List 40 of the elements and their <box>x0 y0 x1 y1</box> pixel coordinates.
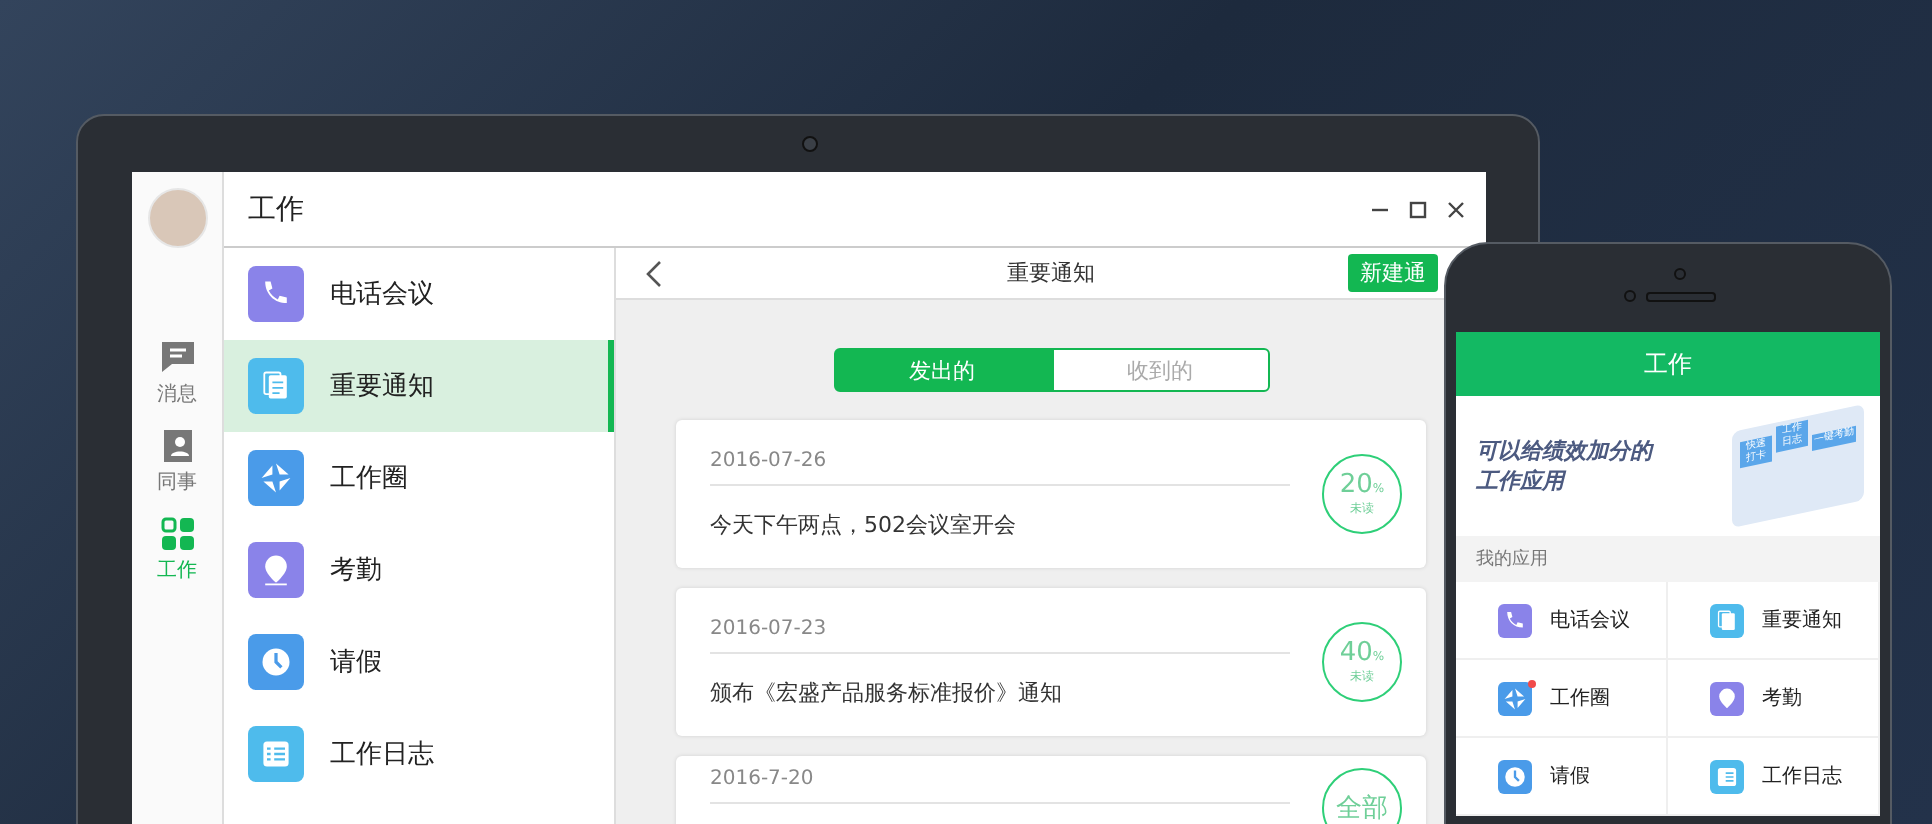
section-label: 我的应用 <box>1456 536 1880 582</box>
app-tile[interactable]: 工作圈 <box>1456 660 1668 738</box>
nav-item[interactable]: 消息 <box>157 340 197 408</box>
notice-date: 2016-07-26 <box>710 449 1290 485</box>
camera-lens <box>802 136 818 152</box>
maximize-icon[interactable] <box>1408 199 1428 219</box>
notice-date: 2016-7-20 <box>710 768 1290 804</box>
chat-icon <box>159 340 195 376</box>
notice-card[interactable]: 2016-7-20 全部 <box>676 756 1426 824</box>
app-list-item[interactable]: 重要通知 <box>224 340 614 432</box>
app-list-item[interactable]: 工作日志 <box>224 708 614 800</box>
app-list-item[interactable]: 工作圈 <box>224 432 614 524</box>
close-icon[interactable] <box>1446 199 1466 219</box>
ring-value: 40 <box>1339 638 1373 668</box>
page-title: 重要通知 <box>1007 258 1095 288</box>
notice-text: 颁布《宏盛产品服务标准报价》通知 <box>710 677 1064 707</box>
phone-title: 工作 <box>1644 347 1692 381</box>
front-camera <box>1624 290 1636 302</box>
banner-headline: 可以给绩效加分的 <box>1476 435 1656 466</box>
phone-speaker <box>1646 292 1716 302</box>
app-list-item[interactable]: 考勤 <box>224 524 614 616</box>
app-tile[interactable]: 工作日志 <box>1668 738 1880 816</box>
notice-text: 今天下午两点，502会议室开会 <box>710 509 1018 539</box>
app-tile[interactable]: 重要通知 <box>1668 582 1880 660</box>
ring-value: 全部 <box>1336 792 1388 824</box>
app-tile[interactable]: 考勤 <box>1668 660 1880 738</box>
banner-headline: 工作应用 <box>1476 466 1569 497</box>
contacts-icon <box>159 428 195 464</box>
grid-icon <box>159 516 195 552</box>
app-list-item[interactable]: 电话会议 <box>224 248 614 340</box>
window-title: 工作 <box>248 191 306 227</box>
avatar <box>147 188 207 248</box>
nav-item[interactable]: 同事 <box>157 428 197 496</box>
app-tile[interactable]: 请假 <box>1456 738 1668 816</box>
app-list-item[interactable]: 请假 <box>224 616 614 708</box>
app-tile[interactable]: 电话会议 <box>1456 582 1668 660</box>
notice-date: 2016-07-23 <box>710 617 1290 653</box>
ring-value: 20 <box>1339 470 1373 500</box>
back-icon[interactable] <box>646 259 662 287</box>
phone-camera <box>1674 268 1686 280</box>
